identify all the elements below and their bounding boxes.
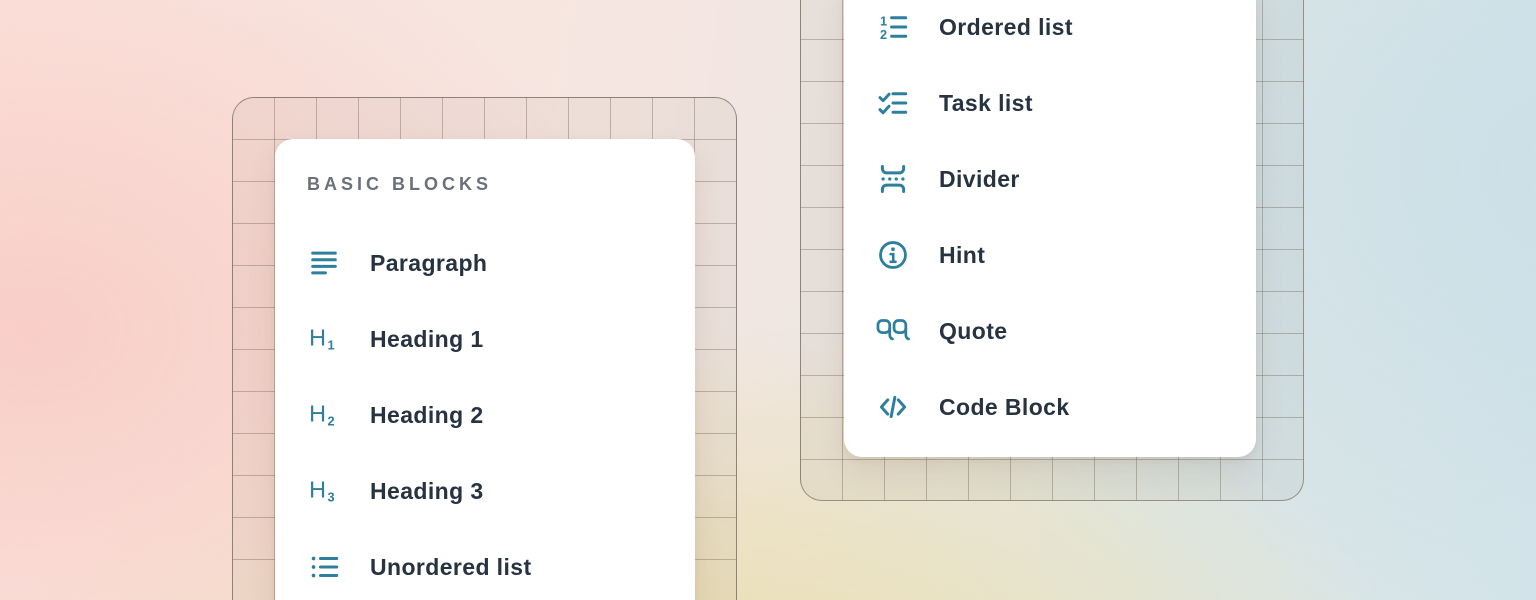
menu-item-quote[interactable]: Quote <box>844 293 1256 369</box>
menu-item-label: Paragraph <box>370 250 487 277</box>
unordered-list-icon <box>306 550 342 584</box>
heading-3-icon: H 3 <box>306 474 342 508</box>
menu-item-label: Code Block <box>939 394 1070 421</box>
menu-item-task-list[interactable]: Task list <box>844 65 1256 141</box>
ordered-list-icon: 1 2 <box>875 10 911 44</box>
menu-item-label: Quote <box>939 318 1007 345</box>
svg-text:2: 2 <box>880 27 887 42</box>
svg-text:H: H <box>309 476 326 502</box>
quote-icon <box>875 314 911 348</box>
blocks-menu-continued: 1 2 Ordered list Task list <box>844 0 1256 457</box>
code-block-icon <box>875 390 911 424</box>
menu-item-paragraph[interactable]: Paragraph <box>275 225 695 301</box>
menu-item-label: Heading 2 <box>370 402 484 429</box>
svg-text:3: 3 <box>328 490 335 505</box>
menu-item-unordered-list[interactable]: Unordered list <box>275 529 695 600</box>
menu-item-label: Heading 3 <box>370 478 484 505</box>
divider-icon <box>875 162 911 196</box>
svg-text:1: 1 <box>328 338 335 353</box>
menu-item-label: Heading 1 <box>370 326 484 353</box>
menu-item-ordered-list[interactable]: 1 2 Ordered list <box>844 0 1256 65</box>
menu-item-label: Unordered list <box>370 554 532 581</box>
menu-item-label: Hint <box>939 242 985 269</box>
svg-text:H: H <box>309 400 326 426</box>
menu-item-code-block[interactable]: Code Block <box>844 369 1256 445</box>
heading-2-icon: H 2 <box>306 398 342 432</box>
menu-item-heading-3[interactable]: H 3 Heading 3 <box>275 453 695 529</box>
section-label: BASIC BLOCKS <box>307 173 695 195</box>
menu-item-label: Task list <box>939 90 1033 117</box>
menu-item-label: Divider <box>939 166 1020 193</box>
heading-1-icon: H 1 <box>306 322 342 356</box>
task-list-icon <box>875 86 911 120</box>
menu-item-divider[interactable]: Divider <box>844 141 1256 217</box>
svg-text:H: H <box>309 324 326 350</box>
hint-icon <box>875 238 911 272</box>
paragraph-icon <box>306 246 342 280</box>
block-picker-illustration: { "theme": { "accent_icon_color": "#2e7e… <box>0 0 1536 600</box>
basic-blocks-menu: BASIC BLOCKS Paragraph H 1 Heading 1 H 2… <box>275 139 695 600</box>
menu-item-label: Ordered list <box>939 14 1073 41</box>
menu-item-hint[interactable]: Hint <box>844 217 1256 293</box>
menu-item-heading-1[interactable]: H 1 Heading 1 <box>275 301 695 377</box>
svg-text:2: 2 <box>328 414 335 429</box>
menu-item-heading-2[interactable]: H 2 Heading 2 <box>275 377 695 453</box>
